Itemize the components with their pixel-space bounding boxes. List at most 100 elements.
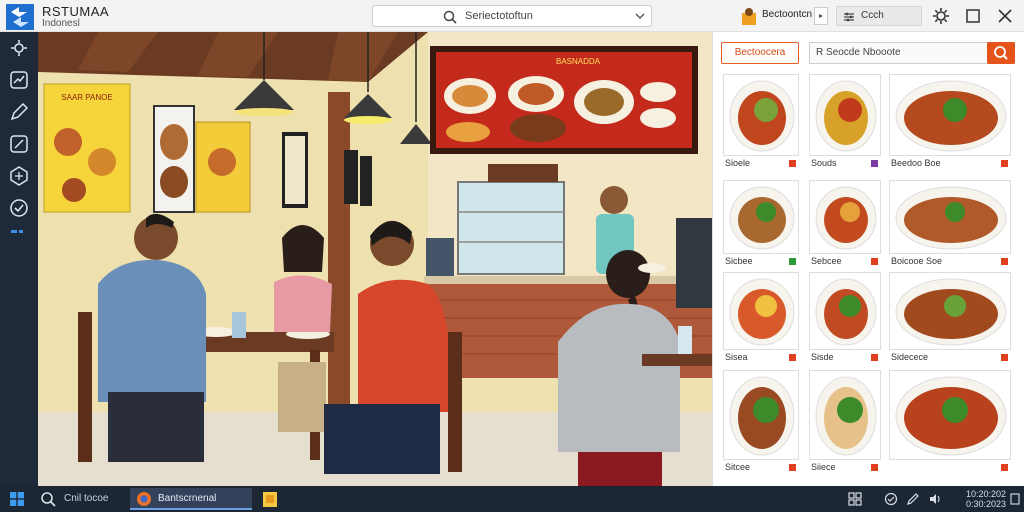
food-dish-image [895,278,1007,346]
panel-search-input[interactable]: R Seocde Nbooote [809,42,1015,64]
food-dish-image [895,80,1007,152]
restaurant-scene-image: SAAR PANOE BASNADDA [38,32,712,486]
food-tile[interactable] [723,370,799,460]
food-tile[interactable] [809,180,881,254]
app-subtitle: Indonesl [42,18,80,29]
browser-icon [137,492,151,506]
food-tile-label: Souds [811,158,837,168]
sidebar-edit-icon[interactable] [7,100,31,124]
food-tile-label: Sebcee [811,256,842,266]
food-dish-image [815,80,877,152]
food-tile-badge [871,258,878,265]
settings-gear-icon[interactable] [930,5,952,27]
food-tile[interactable] [889,272,1011,350]
food-dish-image [895,376,1007,456]
food-dish-image [729,186,795,250]
filter-input[interactable]: Ccch [836,6,922,26]
food-tile-label: Boicooe Soe [891,256,943,266]
food-tile-label: Sitcee [725,462,751,472]
food-dish-image [729,80,795,152]
maximize-icon[interactable] [962,5,984,27]
tray-volume-icon[interactable] [928,492,942,506]
clock-date: 0:30:2023 [965,499,1006,509]
chevron-down-icon[interactable] [635,11,645,21]
food-dish-image [729,278,795,346]
notification-icon[interactable] [1010,492,1020,506]
food-tile-badge [1001,464,1008,471]
food-tile-badge [1001,160,1008,167]
food-tile[interactable] [809,272,881,350]
search-icon [994,46,1008,60]
food-tile-badge [1001,354,1008,361]
taskbar-search-icon[interactable] [40,491,56,507]
tray-network-icon[interactable] [884,492,898,506]
panel-search-button[interactable] [987,42,1015,64]
search-icon [443,10,457,24]
user-avatar-icon [742,8,756,25]
tray-grid-icon[interactable] [848,492,862,506]
food-dish-image [895,186,1007,250]
food-tile-badge [871,464,878,471]
food-tile[interactable] [809,370,881,460]
search-text: Seriectotoftun [465,10,533,22]
food-tile-badge [789,354,796,361]
taskbar: Cnil tocoe Bantscrnenal 10:20:202 0:30:2… [0,486,1024,512]
food-tile-label: Sidecece [891,352,929,362]
food-tile-badge [789,160,796,167]
food-tile-label: Sioele [725,158,751,168]
food-tile[interactable] [889,180,1011,254]
food-tile-badge [871,160,878,167]
food-tile-badge [871,354,878,361]
file-explorer-icon[interactable] [262,490,278,508]
app-title: RSTUMAA [42,4,110,19]
food-tile-label: Beedoo Boe [891,158,941,168]
food-gallery-panel: Bectoocera R Seocde Nbooote Sioele Souds B… [712,32,1024,486]
food-tile[interactable] [889,370,1011,460]
food-dish-image [815,278,877,346]
taskbar-app-label: Bantscrnenal [158,493,217,504]
start-windows-icon[interactable] [10,492,24,506]
sidebar-settings-icon[interactable] [7,36,31,60]
sidebar-indicator-icon [11,230,23,233]
food-dish-image [815,186,877,250]
filter-icon [844,12,854,22]
food-tile-badge [1001,258,1008,265]
left-sidebar [0,32,38,486]
food-tile-label: Sisde [811,352,834,362]
filter-text: Ccch [861,10,884,21]
sidebar-link-icon[interactable] [7,132,31,156]
panel-category-button[interactable]: Bectoocera [721,42,799,64]
food-tile[interactable] [723,180,799,254]
menu-board-title: BASNADDA [556,57,601,66]
food-tile[interactable] [723,74,799,156]
caret-icon [819,14,823,18]
app-logo-icon [6,4,34,30]
food-tile-badge [789,258,796,265]
food-dish-image [729,376,795,456]
sidebar-check-icon[interactable] [7,196,31,220]
food-tile[interactable] [889,74,1011,156]
tray-pen-icon[interactable] [906,492,920,506]
taskbar-clock[interactable]: 10:20:202 0:30:2023 [944,489,1006,509]
poster-title-text: SAAR PANOE [61,93,112,102]
app-window: RSTUMAA Indonesl Seriectotoftun Bectoont… [0,0,1024,512]
clock-time: 10:20:202 [965,489,1006,499]
food-tile-label: Sicbee [725,256,753,266]
user-chevron-button[interactable] [814,7,828,25]
food-dish-image [815,376,877,456]
taskbar-search-text[interactable]: Cnil tocoe [64,493,108,504]
user-name: Bectoontcn [762,9,813,20]
food-tile[interactable] [723,272,799,350]
title-bar: RSTUMAA Indonesl Seriectotoftun Bectoont… [0,0,1024,32]
taskbar-app-button[interactable]: Bantscrnenal [130,488,252,510]
food-tile-label: Sisea [725,352,748,362]
food-tile[interactable] [809,74,881,156]
food-tile-badge [789,464,796,471]
sidebar-grid-icon[interactable] [7,164,31,188]
panel-search-text: R Seocde Nbooote [816,47,901,58]
close-icon[interactable] [994,5,1016,27]
food-tile-label: Siiece [811,462,836,472]
search-input[interactable]: Seriectotoftun [372,5,652,27]
sidebar-chart-icon[interactable] [7,68,31,92]
scene-illustration: SAAR PANOE BASNADDA [38,32,712,486]
